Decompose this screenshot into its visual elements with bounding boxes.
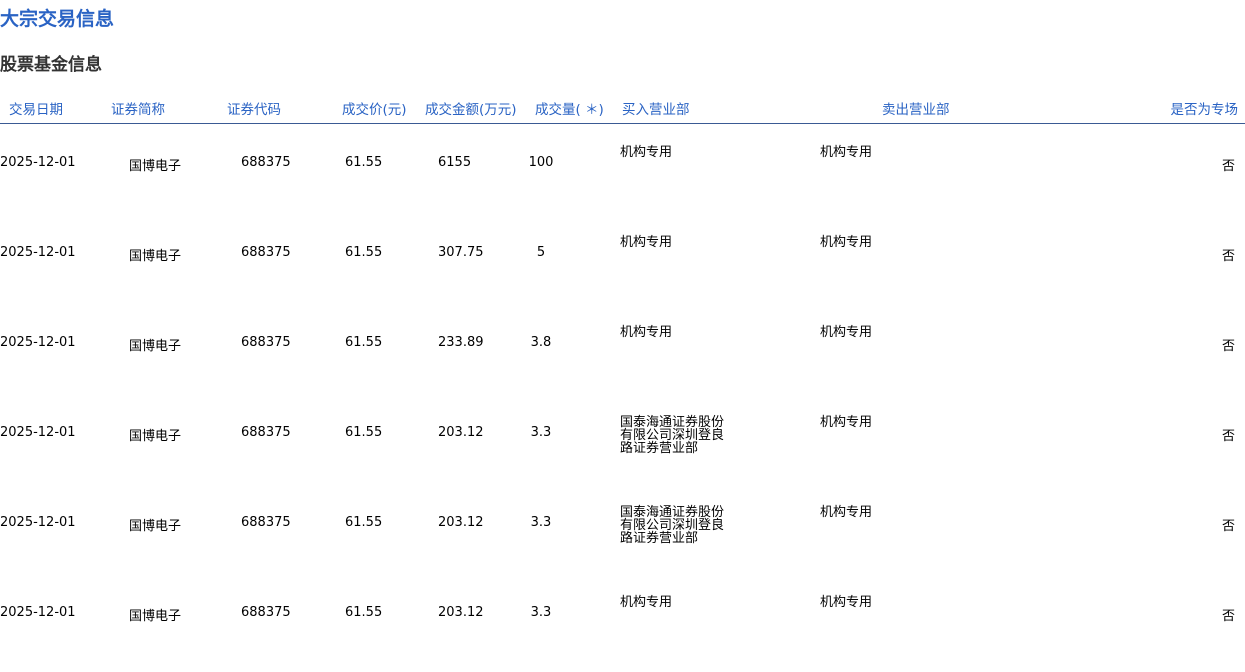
table-row: 2025-12-01 国博电子 688375 61.55 203.12 3.3 国泰海通证券…: [0, 402, 1245, 492]
cell-seller: 机构专用: [820, 235, 873, 250]
table-row: 2025-12-01 国博电子 688375 61.55 307.75 5 机构专用 机构专用…: [0, 222, 1245, 312]
cell-special: 否: [1221, 609, 1235, 624]
cell-special: 否: [1221, 429, 1235, 444]
cell-name: 国博电子: [129, 609, 182, 624]
cell-price: 61.55: [345, 335, 383, 350]
header-name[interactable]: 证券简称: [111, 98, 165, 118]
cell-price: 61.55: [345, 245, 383, 260]
cell-volume: 3.3: [530, 425, 552, 440]
table-row: 2025-12-01 国博电子 688375 61.55 233.89 3.8 机构专用 机构…: [0, 312, 1245, 402]
cell-date: 2025-12-01: [0, 515, 76, 530]
header-divider: [0, 123, 1245, 124]
cell-amount: 203.12: [438, 515, 484, 530]
cell-date: 2025-12-01: [0, 605, 76, 620]
cell-volume: 3.8: [530, 335, 552, 350]
page-title: 大宗交易信息: [0, 8, 115, 30]
cell-name: 国博电子: [129, 429, 182, 444]
table-row: 2025-12-01 国博电子 688375 61.55 203.12 3.3 机构专用 机构…: [0, 582, 1245, 672]
cell-seller: 机构专用: [820, 595, 873, 610]
cell-volume: 100: [528, 155, 554, 170]
cell-date: 2025-12-01: [0, 155, 76, 170]
section-title: 股票基金信息: [0, 55, 102, 75]
cell-buyer: 机构专用: [620, 145, 673, 160]
cell-buyer: 国泰海通证券股份有限公司深圳登良路证券营业部: [620, 505, 725, 546]
cell-amount: 203.12: [438, 425, 484, 440]
cell-code: 688375: [241, 605, 291, 620]
cell-date: 2025-12-01: [0, 245, 76, 260]
header-amount[interactable]: 成交金额(万元): [425, 98, 517, 118]
cell-buyer: 机构专用: [620, 235, 673, 250]
cell-name: 国博电子: [129, 519, 182, 534]
header-code[interactable]: 证券代码: [227, 98, 281, 118]
header-seller[interactable]: 卖出营业部: [882, 98, 950, 118]
cell-special: 否: [1221, 159, 1235, 174]
cell-price: 61.55: [345, 515, 383, 530]
cell-special: 否: [1221, 249, 1235, 264]
cell-special: 否: [1221, 339, 1235, 354]
header-date[interactable]: 交易日期: [9, 98, 63, 118]
cell-special: 否: [1221, 519, 1235, 534]
cell-code: 688375: [241, 335, 291, 350]
cell-volume: 3.3: [530, 515, 552, 530]
cell-amount: 6155: [438, 155, 472, 170]
cell-seller: 机构专用: [820, 505, 873, 520]
cell-seller: 机构专用: [820, 145, 873, 160]
cell-name: 国博电子: [129, 339, 182, 354]
cell-seller: 机构专用: [820, 415, 873, 430]
cell-date: 2025-12-01: [0, 425, 76, 440]
cell-date: 2025-12-01: [0, 335, 76, 350]
cell-code: 688375: [241, 245, 291, 260]
cell-amount: 233.89: [438, 335, 484, 350]
header-price[interactable]: 成交价(元): [342, 98, 407, 118]
header-volume[interactable]: 成交量( ＊): [535, 98, 604, 118]
header-special[interactable]: 是否为专场: [1171, 98, 1239, 118]
cell-code: 688375: [241, 515, 291, 530]
cell-name: 国博电子: [129, 249, 182, 264]
cell-code: 688375: [241, 425, 291, 440]
cell-code: 688375: [241, 155, 291, 170]
cell-amount: 203.12: [438, 605, 484, 620]
table-row: 2025-12-01 国博电子 688375 61.55 6155 100 机构专用 机构专用…: [0, 132, 1245, 222]
cell-buyer: 机构专用: [620, 595, 673, 610]
cell-price: 61.55: [345, 605, 383, 620]
cell-price: 61.55: [345, 425, 383, 440]
table-row: 2025-12-01 国博电子 688375 61.55 203.12 3.3 国泰海通证券…: [0, 492, 1245, 582]
cell-volume: 5: [536, 245, 546, 260]
cell-buyer: 国泰海通证券股份有限公司深圳登良路证券营业部: [620, 415, 725, 456]
cell-amount: 307.75: [438, 245, 484, 260]
cell-price: 61.55: [345, 155, 383, 170]
cell-seller: 机构专用: [820, 325, 873, 340]
cell-name: 国博电子: [129, 159, 182, 174]
header-buyer[interactable]: 买入营业部: [622, 98, 690, 118]
cell-volume: 3.3: [530, 605, 552, 620]
cell-buyer: 机构专用: [620, 325, 673, 340]
